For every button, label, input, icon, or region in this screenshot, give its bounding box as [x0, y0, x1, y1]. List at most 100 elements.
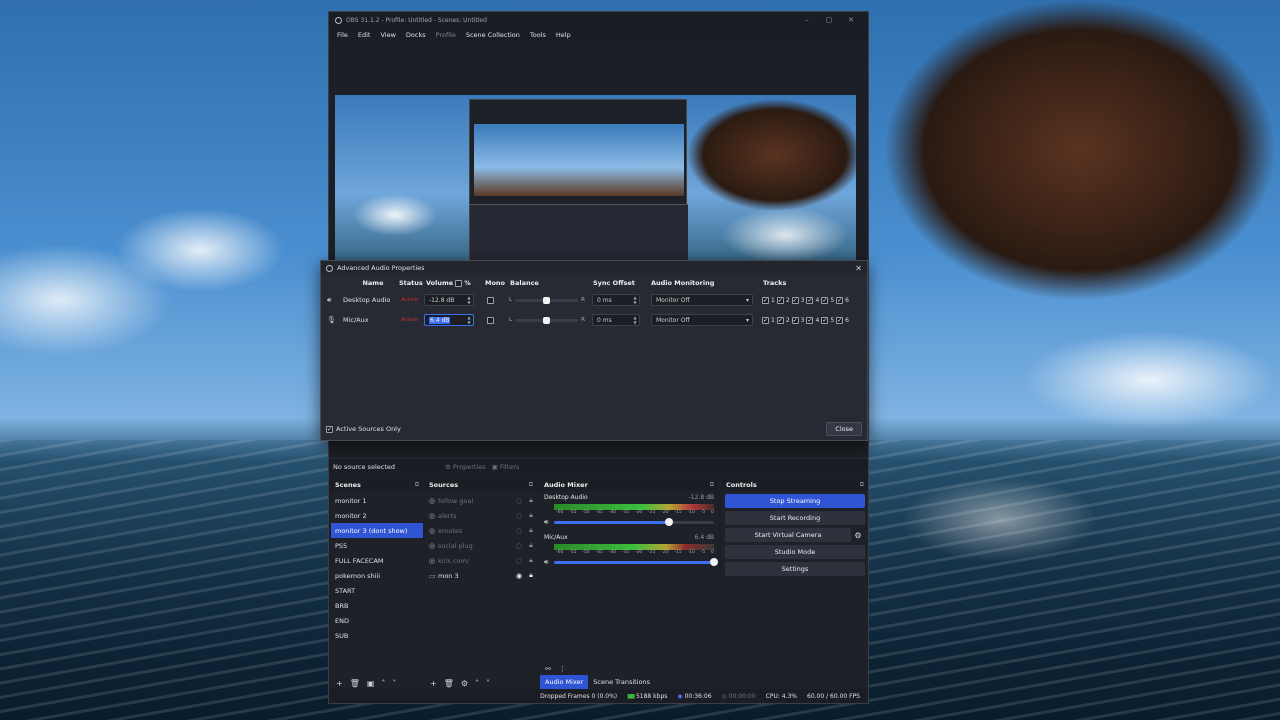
track-checkbox[interactable]: ✓ — [776, 296, 784, 304]
filters-button[interactable]: ▣ Filters — [492, 463, 520, 471]
menu-file[interactable]: File — [332, 31, 353, 39]
lock-icon[interactable]: 🔒︎ — [525, 571, 537, 580]
move-up-icon[interactable]: ˄ — [475, 679, 479, 688]
maximize-icon[interactable]: ▢ — [818, 16, 840, 24]
undock-icon[interactable]: ⧉ — [529, 481, 533, 489]
source-item[interactable]: ◎ emotes ◌ 🔒︎ — [425, 523, 537, 538]
spin-arrows-icon[interactable]: ▲ ▼ — [631, 315, 639, 325]
tab-audio-mixer[interactable]: Audio Mixer — [540, 675, 589, 689]
menu-tools[interactable]: Tools — [525, 31, 551, 39]
sync-offset-field[interactable]: 0 ms ▲ ▼ — [592, 290, 642, 310]
scene-item[interactable]: monitor 1 — [331, 493, 423, 508]
percent-checkbox[interactable] — [455, 279, 463, 287]
scene-item[interactable]: monitor 2 — [331, 508, 423, 523]
mono-checkbox[interactable] — [487, 310, 494, 330]
track-checkbox[interactable]: ✓ — [762, 296, 769, 304]
scene-item-selected[interactable]: monitor 3 (dont show) — [331, 523, 423, 538]
hidden-eye-icon[interactable]: ◌ — [513, 542, 525, 550]
source-item[interactable]: ◎ social plug ◌ 🔒︎ — [425, 538, 537, 553]
source-item[interactable]: ◎ kick.com/ ◌ 🔒︎ — [425, 553, 537, 568]
close-icon[interactable]: ✕ — [840, 16, 862, 24]
speaker-icon[interactable]: 🔊︎ — [544, 518, 554, 527]
balance-slider[interactable] — [515, 296, 579, 304]
mono-checkbox[interactable] — [487, 290, 494, 310]
balance-slider[interactable] — [515, 316, 579, 324]
track-checkbox[interactable]: ✓ — [821, 296, 829, 304]
volume-field-focused[interactable]: 6.4 dB ▲ ▼ — [424, 310, 474, 330]
link-icon[interactable]: ⚯ — [545, 665, 551, 673]
menu-profile[interactable]: Profile — [431, 31, 461, 39]
monitoring-dropdown[interactable]: Monitor Off ▾ — [651, 310, 753, 330]
menu-edit[interactable]: Edit — [353, 31, 376, 39]
properties-button[interactable]: ⚙ Properties — [445, 463, 486, 471]
slider-knob[interactable] — [542, 296, 550, 304]
studio-mode-button[interactable]: Studio Mode — [725, 545, 865, 559]
undock-icon[interactable]: ⧉ — [860, 481, 864, 489]
filter-icon[interactable]: ▣ — [367, 679, 375, 688]
track-checkbox[interactable]: ✓ — [776, 316, 784, 324]
settings-button[interactable]: Settings — [725, 562, 865, 576]
close-button[interactable]: Close — [826, 422, 862, 436]
scene-item[interactable]: BRB — [331, 598, 423, 613]
hidden-eye-icon[interactable]: ◌ — [513, 557, 525, 565]
lock-icon[interactable]: 🔒︎ — [525, 541, 537, 550]
menu-scene-collection[interactable]: Scene Collection — [461, 31, 525, 39]
close-icon[interactable]: ✕ — [855, 264, 862, 273]
speaker-icon[interactable]: 🔊︎ — [544, 558, 554, 567]
track-checkbox[interactable]: ✓ — [791, 316, 799, 324]
slider-knob[interactable] — [542, 316, 550, 324]
scene-item[interactable]: START — [331, 583, 423, 598]
volume-slider[interactable] — [554, 558, 718, 566]
monitoring-dropdown[interactable]: Monitor Off ▾ — [651, 290, 753, 310]
trash-icon[interactable]: 🗑 — [350, 679, 360, 688]
trash-icon[interactable]: 🗑 — [444, 679, 454, 688]
hidden-eye-icon[interactable]: ◌ — [513, 527, 525, 535]
active-sources-checkbox[interactable]: ✓ — [326, 425, 333, 433]
volume-slider[interactable] — [554, 518, 714, 526]
add-icon[interactable]: + — [336, 679, 343, 688]
spin-arrows-icon[interactable]: ▲ ▼ — [631, 295, 639, 305]
volume-field[interactable]: -12.8 dB ▲ ▼ — [424, 290, 474, 310]
eye-icon[interactable]: ◉ — [513, 572, 525, 580]
active-sources-only-toggle[interactable]: ✓ Active Sources Only — [326, 425, 401, 433]
scene-item[interactable]: PS5 — [331, 538, 423, 553]
program-preview[interactable] — [335, 95, 856, 260]
undock-icon[interactable]: ⧉ — [415, 481, 419, 489]
track-checkbox[interactable]: ✓ — [836, 316, 844, 324]
track-checkbox[interactable]: ✓ — [821, 316, 829, 324]
add-icon[interactable]: + — [430, 679, 437, 688]
more-menu-icon[interactable]: ⋮ — [559, 665, 566, 673]
stop-streaming-button[interactable]: Stop Streaming — [725, 494, 865, 508]
hidden-eye-icon[interactable]: ◌ — [513, 512, 525, 520]
scene-item[interactable]: SUB — [331, 628, 423, 643]
track-checkbox[interactable]: ✓ — [836, 296, 844, 304]
move-down-icon[interactable]: ˅ — [486, 679, 490, 688]
sync-offset-field[interactable]: 0 ms ▲ ▼ — [592, 310, 642, 330]
track-checkbox[interactable]: ✓ — [806, 316, 814, 324]
scene-item[interactable]: pokemon shiii — [331, 568, 423, 583]
menu-view[interactable]: View — [375, 31, 400, 39]
track-checkbox[interactable]: ✓ — [806, 296, 814, 304]
tab-scene-transitions[interactable]: Scene Transitions — [588, 675, 655, 689]
spin-arrows-icon[interactable]: ▲ ▼ — [465, 295, 473, 305]
source-item[interactable]: ▭ mon 3 ◉ 🔒︎ — [425, 568, 537, 583]
undock-icon[interactable]: ⧉ — [710, 481, 714, 489]
scene-item[interactable]: END — [331, 613, 423, 628]
source-item[interactable]: ◎ follow goal ◌ 🔒︎ — [425, 493, 537, 508]
source-item[interactable]: ◎ alerts ◌ 🔒︎ — [425, 508, 537, 523]
hidden-eye-icon[interactable]: ◌ — [513, 497, 525, 505]
gear-icon[interactable]: ⚙ — [461, 679, 468, 688]
start-recording-button[interactable]: Start Recording — [725, 511, 865, 525]
move-down-icon[interactable]: ˅ — [392, 679, 396, 688]
gear-icon[interactable]: ⚙ — [851, 531, 865, 540]
move-up-icon[interactable]: ˄ — [381, 679, 385, 688]
menu-help[interactable]: Help — [551, 31, 576, 39]
lock-icon[interactable]: 🔒︎ — [525, 556, 537, 565]
minimize-icon[interactable]: – — [796, 16, 818, 24]
menu-docks[interactable]: Docks — [401, 31, 431, 39]
start-virtual-camera-button[interactable]: Start Virtual Camera — [725, 528, 851, 542]
slider-knob[interactable] — [665, 518, 674, 526]
scene-item[interactable]: FULL FACECAM — [331, 553, 423, 568]
lock-icon[interactable]: 🔒︎ — [525, 496, 537, 505]
slider-knob[interactable] — [710, 558, 718, 566]
